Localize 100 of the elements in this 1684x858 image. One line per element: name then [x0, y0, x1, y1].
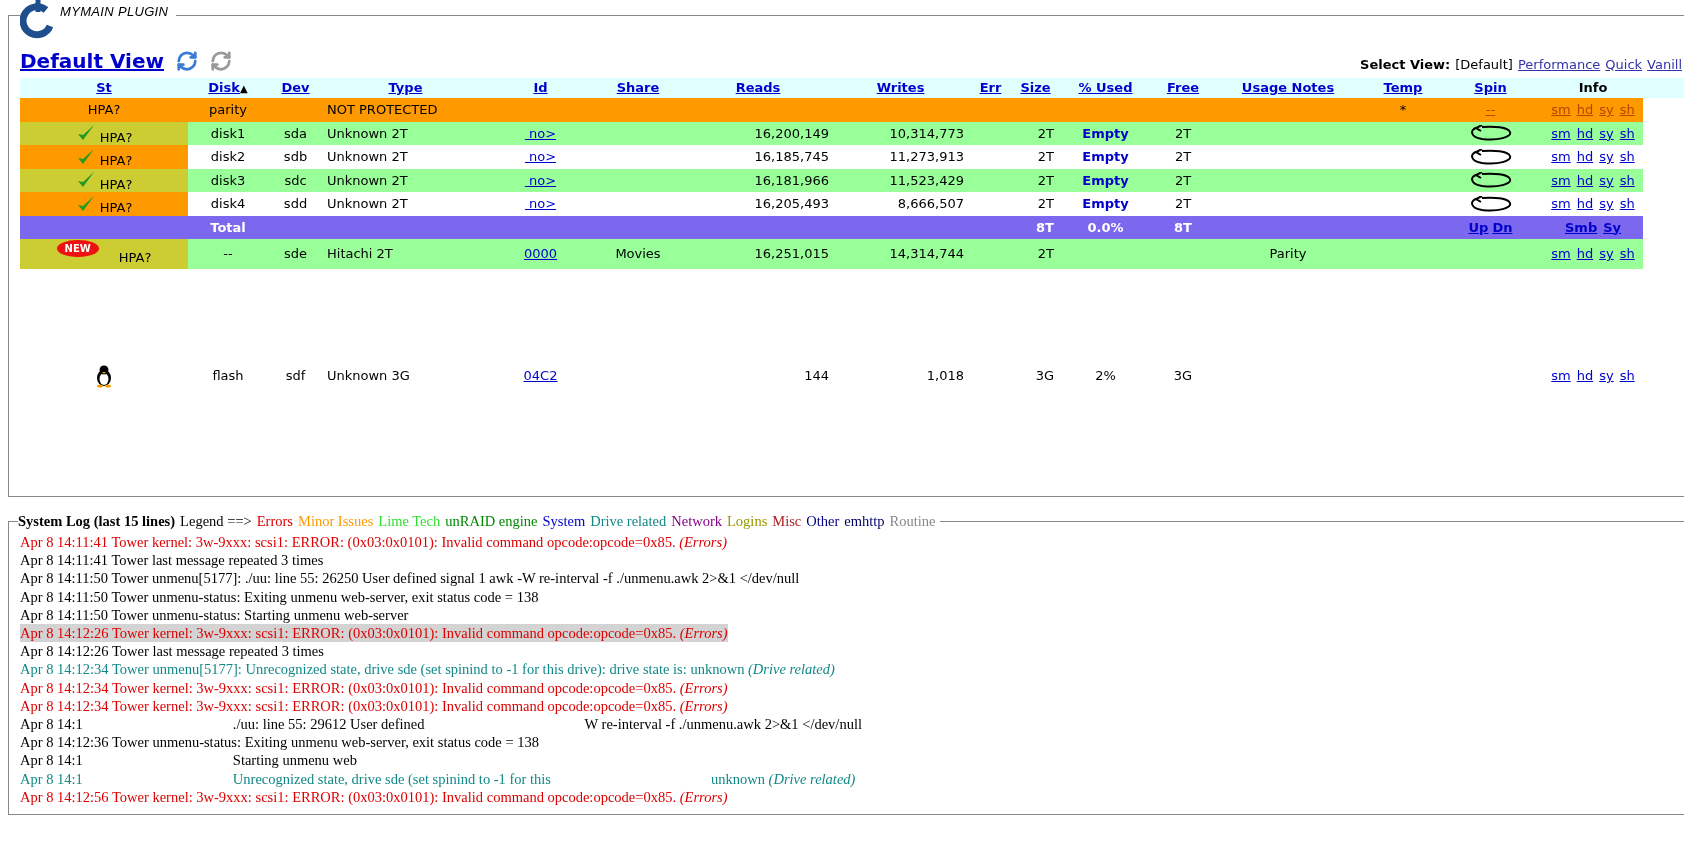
- info-link[interactable]: hd: [1576, 194, 1594, 214]
- table-cell-text: HPA?: [118, 249, 152, 268]
- table-cell-text: 11,523,429: [889, 171, 964, 190]
- info-link[interactable]: sh: [1619, 147, 1635, 167]
- info-link[interactable]: hd: [1576, 366, 1594, 386]
- column-header-link[interactable]: Type: [388, 78, 423, 98]
- table-cell-text: sdf: [285, 367, 306, 386]
- column-header-link[interactable]: Size: [1020, 78, 1051, 98]
- column-header-link[interactable]: Spin: [1474, 78, 1507, 98]
- info-link[interactable]: sh: [1619, 194, 1635, 214]
- log-line: Apr 8 14:1 ./uu: line 55: 29612 User defined W re-interval -f ./unmenu.awk 2>&1 </dev/null: [20, 715, 862, 734]
- info-link[interactable]: sy: [1599, 147, 1614, 167]
- refresh-icon[interactable]: [210, 50, 232, 72]
- table-cell-text: HPA?: [99, 199, 133, 217]
- info-link[interactable]: hd: [1576, 147, 1594, 167]
- table-cell-text: disk2: [210, 148, 246, 166]
- column-header-link[interactable]: Dev: [281, 78, 310, 98]
- id-link[interactable]: 0000: [523, 244, 558, 264]
- column-header-link[interactable]: Writes: [876, 78, 925, 98]
- table-cell-text: 11,273,913: [889, 148, 964, 166]
- table-cell-text: disk1: [210, 124, 246, 143]
- info-link[interactable]: sy: [1599, 244, 1614, 264]
- info-link[interactable]: hd: [1576, 170, 1594, 190]
- id-link[interactable]: no>: [524, 170, 557, 190]
- view-option[interactable]: Vanill: [1647, 54, 1682, 74]
- table-cell-text: Empty: [1082, 195, 1129, 213]
- table-cell-text: 2%: [1095, 367, 1116, 386]
- table-cell-text: 2T: [1037, 171, 1054, 190]
- info-link[interactable]: sy: [1599, 123, 1614, 143]
- log-line: Apr 8 14:11:41 Tower last message repeated 3 times: [20, 551, 324, 570]
- info-link[interactable]: sh: [1619, 244, 1635, 264]
- view-option[interactable]: [Default]: [1455, 54, 1513, 74]
- info-link[interactable]: hd: [1576, 244, 1594, 264]
- log-line: Apr 8 14:12:56 Tower kernel: 3w-9xxx: scsi1: ERROR: (0x03:0x0101): Invalid command opcode:opcode=0x85. (Errors): [20, 787, 728, 807]
- info-link[interactable]: sh: [1619, 170, 1635, 190]
- info-link[interactable]: sm: [1551, 366, 1571, 386]
- legend-label: Legend ==>: [180, 512, 252, 531]
- legend-item: Other: [806, 512, 840, 531]
- view-option[interactable]: Quick: [1605, 54, 1643, 74]
- column-header-link[interactable]: Err: [979, 78, 1002, 98]
- column-header-link[interactable]: Reads: [735, 78, 781, 98]
- table-cell-text: Unknown 2T: [327, 148, 408, 166]
- info-link[interactable]: sm: [1551, 170, 1571, 190]
- id-link[interactable]: no>: [524, 194, 557, 214]
- log-line: Apr 8 14:11:50 Tower unmenu[5177]: ./uu: line 55: 26250 User defined signal 1 awk -W re-interval -f ./unmenu.awk 2>&1 </dev/null: [20, 569, 800, 588]
- log-line: Apr 8 14:11:41 Tower kernel: 3w-9xxx: scsi1: ERROR: (0x03:0x0101): Invalid command opcode:opcode=0x85. (Errors): [20, 533, 727, 552]
- table-cell-text: Total: [210, 218, 246, 237]
- id-link[interactable]: no>: [524, 147, 557, 167]
- legend-item: unRAID engine: [445, 512, 538, 531]
- id-link[interactable]: no>: [524, 123, 557, 143]
- column-header-link[interactable]: Disk: [208, 78, 240, 98]
- table-cell-text: NOT PROTECTED: [327, 101, 438, 119]
- table-cell-text: 2T: [1174, 148, 1192, 166]
- column-header: Info: [1578, 79, 1608, 98]
- table-cell-text: sde: [284, 245, 307, 264]
- id-link[interactable]: 04C2: [523, 366, 558, 386]
- log-line: Apr 8 14:12:36 Tower unmenu-status: Exiting unmenu web-server, exit status code = 138: [20, 733, 539, 752]
- legend-item: Logins: [727, 512, 768, 531]
- table-cell-text: 2T: [1174, 195, 1192, 213]
- column-header-link[interactable]: % Used: [1078, 78, 1133, 98]
- refresh-icon[interactable]: [176, 50, 198, 72]
- table-cell-text: sdb: [283, 148, 308, 166]
- table-cell-text: 2T: [1037, 124, 1054, 143]
- table-cell-text: sdd: [283, 195, 308, 213]
- table-cell-text: 2T: [1037, 245, 1054, 264]
- table-cell-text: 8T: [1036, 218, 1054, 237]
- table-cell-text: sda: [284, 124, 307, 143]
- column-header-link[interactable]: Free: [1166, 78, 1200, 98]
- column-header-link[interactable]: Usage Notes: [1241, 78, 1335, 98]
- table-cell-text: HPA?: [99, 152, 133, 170]
- view-option[interactable]: Performance: [1517, 54, 1601, 74]
- sort-indicator: ▲: [239, 81, 248, 96]
- legend-item: emhttp: [844, 512, 885, 531]
- info-link[interactable]: sy: [1599, 194, 1614, 214]
- log-line: Apr 8 14:12:34 Tower kernel: 3w-9xxx: scsi1: ERROR: (0x03:0x0101): Invalid command opcode:opcode=0x85. (Errors): [20, 678, 728, 697]
- legend-item: System: [542, 512, 586, 531]
- info-link[interactable]: sm: [1551, 123, 1571, 143]
- table-cell-text: Hitachi 2T: [327, 245, 393, 264]
- info-link[interactable]: hd: [1576, 123, 1594, 143]
- table-cell-text: disk4: [210, 195, 246, 213]
- table-cell-text: HPA?: [99, 175, 133, 194]
- log-line: Apr 8 14:12:34 Tower kernel: 3w-9xxx: scsi1: ERROR: (0x03:0x0101): Invalid command opcode:opcode=0x85. (Errors): [20, 696, 728, 716]
- info-link[interactable]: sh: [1619, 366, 1635, 386]
- table-cell-text: Unknown 3G: [327, 367, 410, 386]
- column-header-link[interactable]: St: [96, 78, 112, 98]
- info-link[interactable]: sm: [1551, 147, 1571, 167]
- column-header-link[interactable]: Temp: [1383, 78, 1423, 98]
- info-link[interactable]: sm: [1551, 244, 1571, 264]
- column-header-link[interactable]: Id: [533, 78, 548, 98]
- table-cell-text: 16,200,149: [754, 124, 829, 143]
- info-link[interactable]: sm: [1551, 194, 1571, 214]
- table-cell-text: Empty: [1082, 148, 1129, 166]
- info-link[interactable]: sh: [1619, 123, 1635, 143]
- column-header-link[interactable]: Share: [616, 78, 660, 98]
- info-link[interactable]: sy: [1599, 170, 1614, 190]
- table-cell-text: 3G: [1173, 367, 1193, 386]
- table-cell-text: 10,314,773: [889, 124, 964, 143]
- view-title-link[interactable]: Default View: [20, 46, 164, 76]
- table-cell-text: --: [223, 245, 233, 264]
- info-link[interactable]: sy: [1599, 366, 1614, 386]
